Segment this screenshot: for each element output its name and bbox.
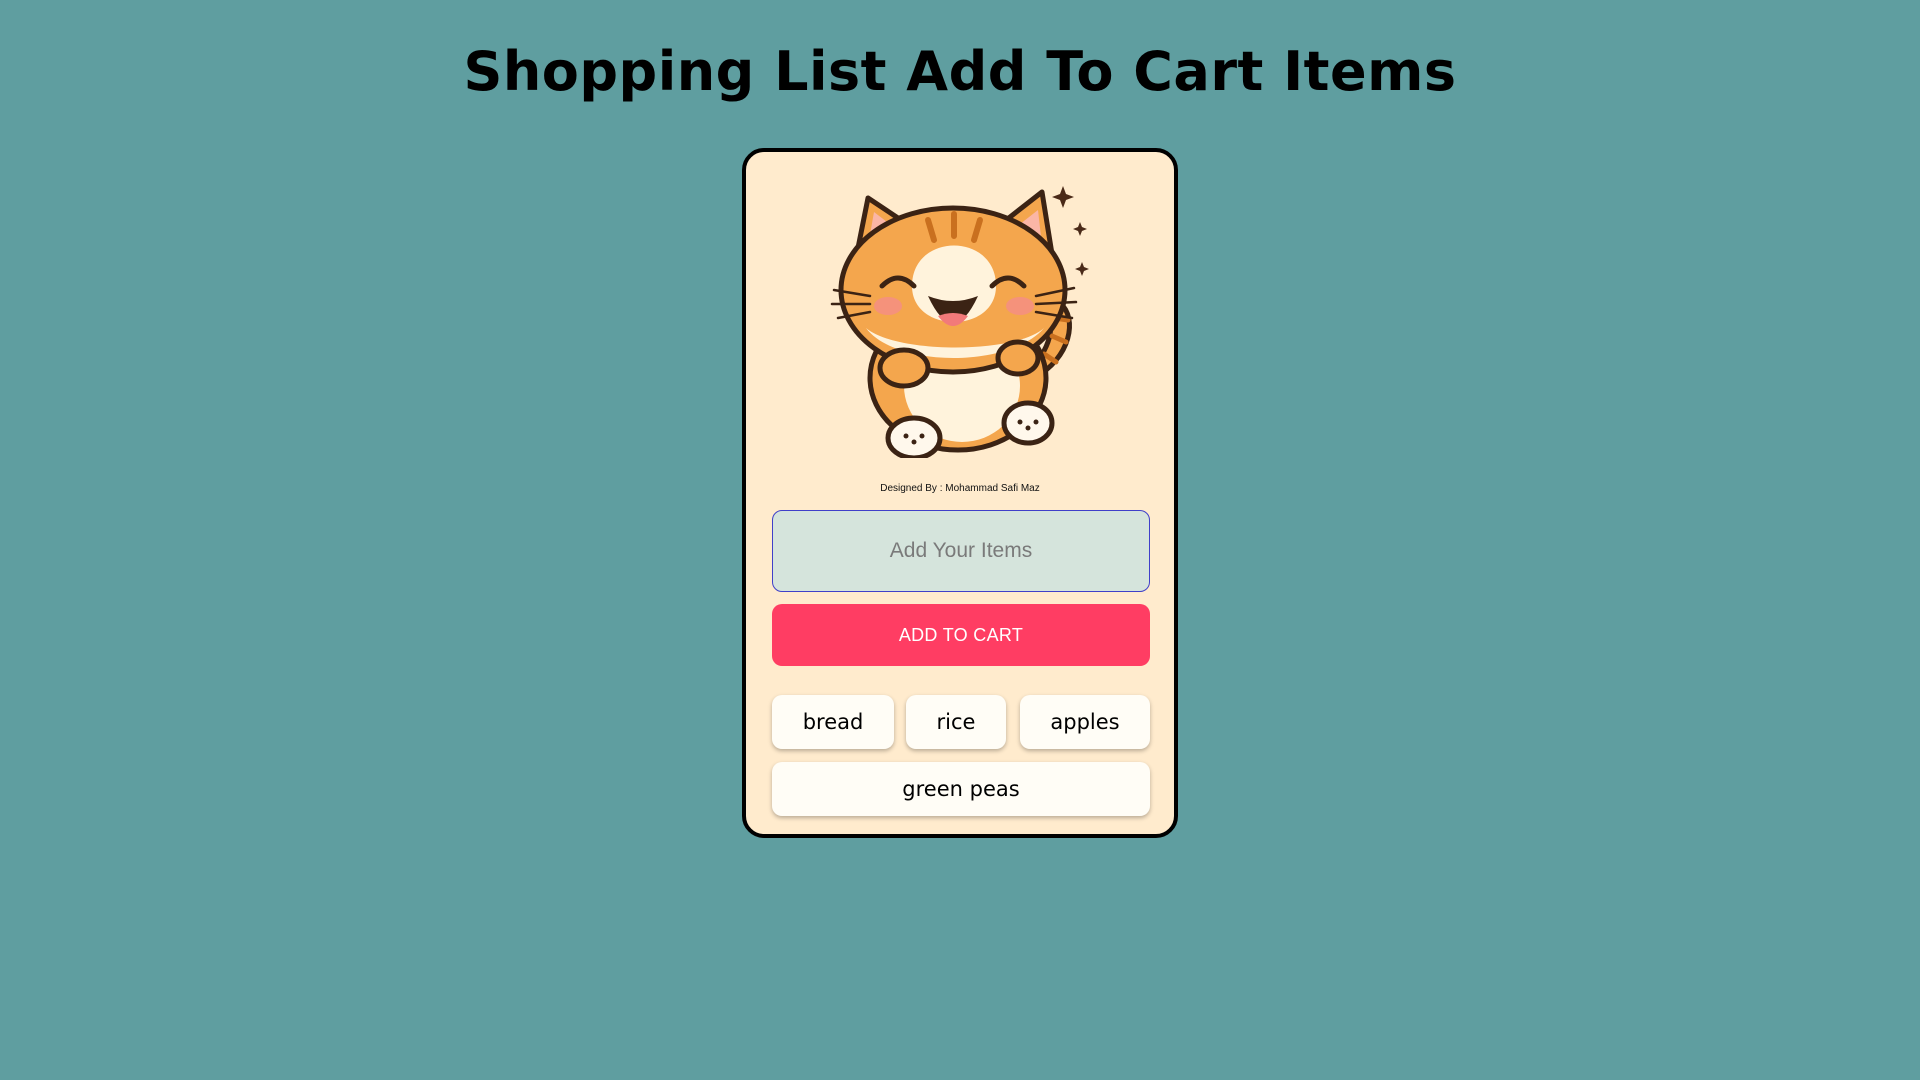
designer-credit: Designed By : Mohammad Safi Maz <box>880 483 1040 494</box>
item-chip-apples[interactable]: apples <box>1020 695 1150 749</box>
item-chip-bread[interactable]: bread <box>772 695 894 749</box>
item-input[interactable] <box>772 510 1150 592</box>
page-title: Shopping List Add To Cart Items <box>463 40 1457 103</box>
item-chip-rice[interactable]: rice <box>906 695 1006 749</box>
add-to-cart-button[interactable]: ADD TO CART <box>772 604 1150 666</box>
cat-image <box>830 186 1089 461</box>
cat-illustration <box>816 178 1106 461</box>
shopping-card: Designed By : Mohammad Safi Maz ADD TO C… <box>742 148 1178 838</box>
item-chip-green-peas[interactable]: green peas <box>772 762 1150 816</box>
